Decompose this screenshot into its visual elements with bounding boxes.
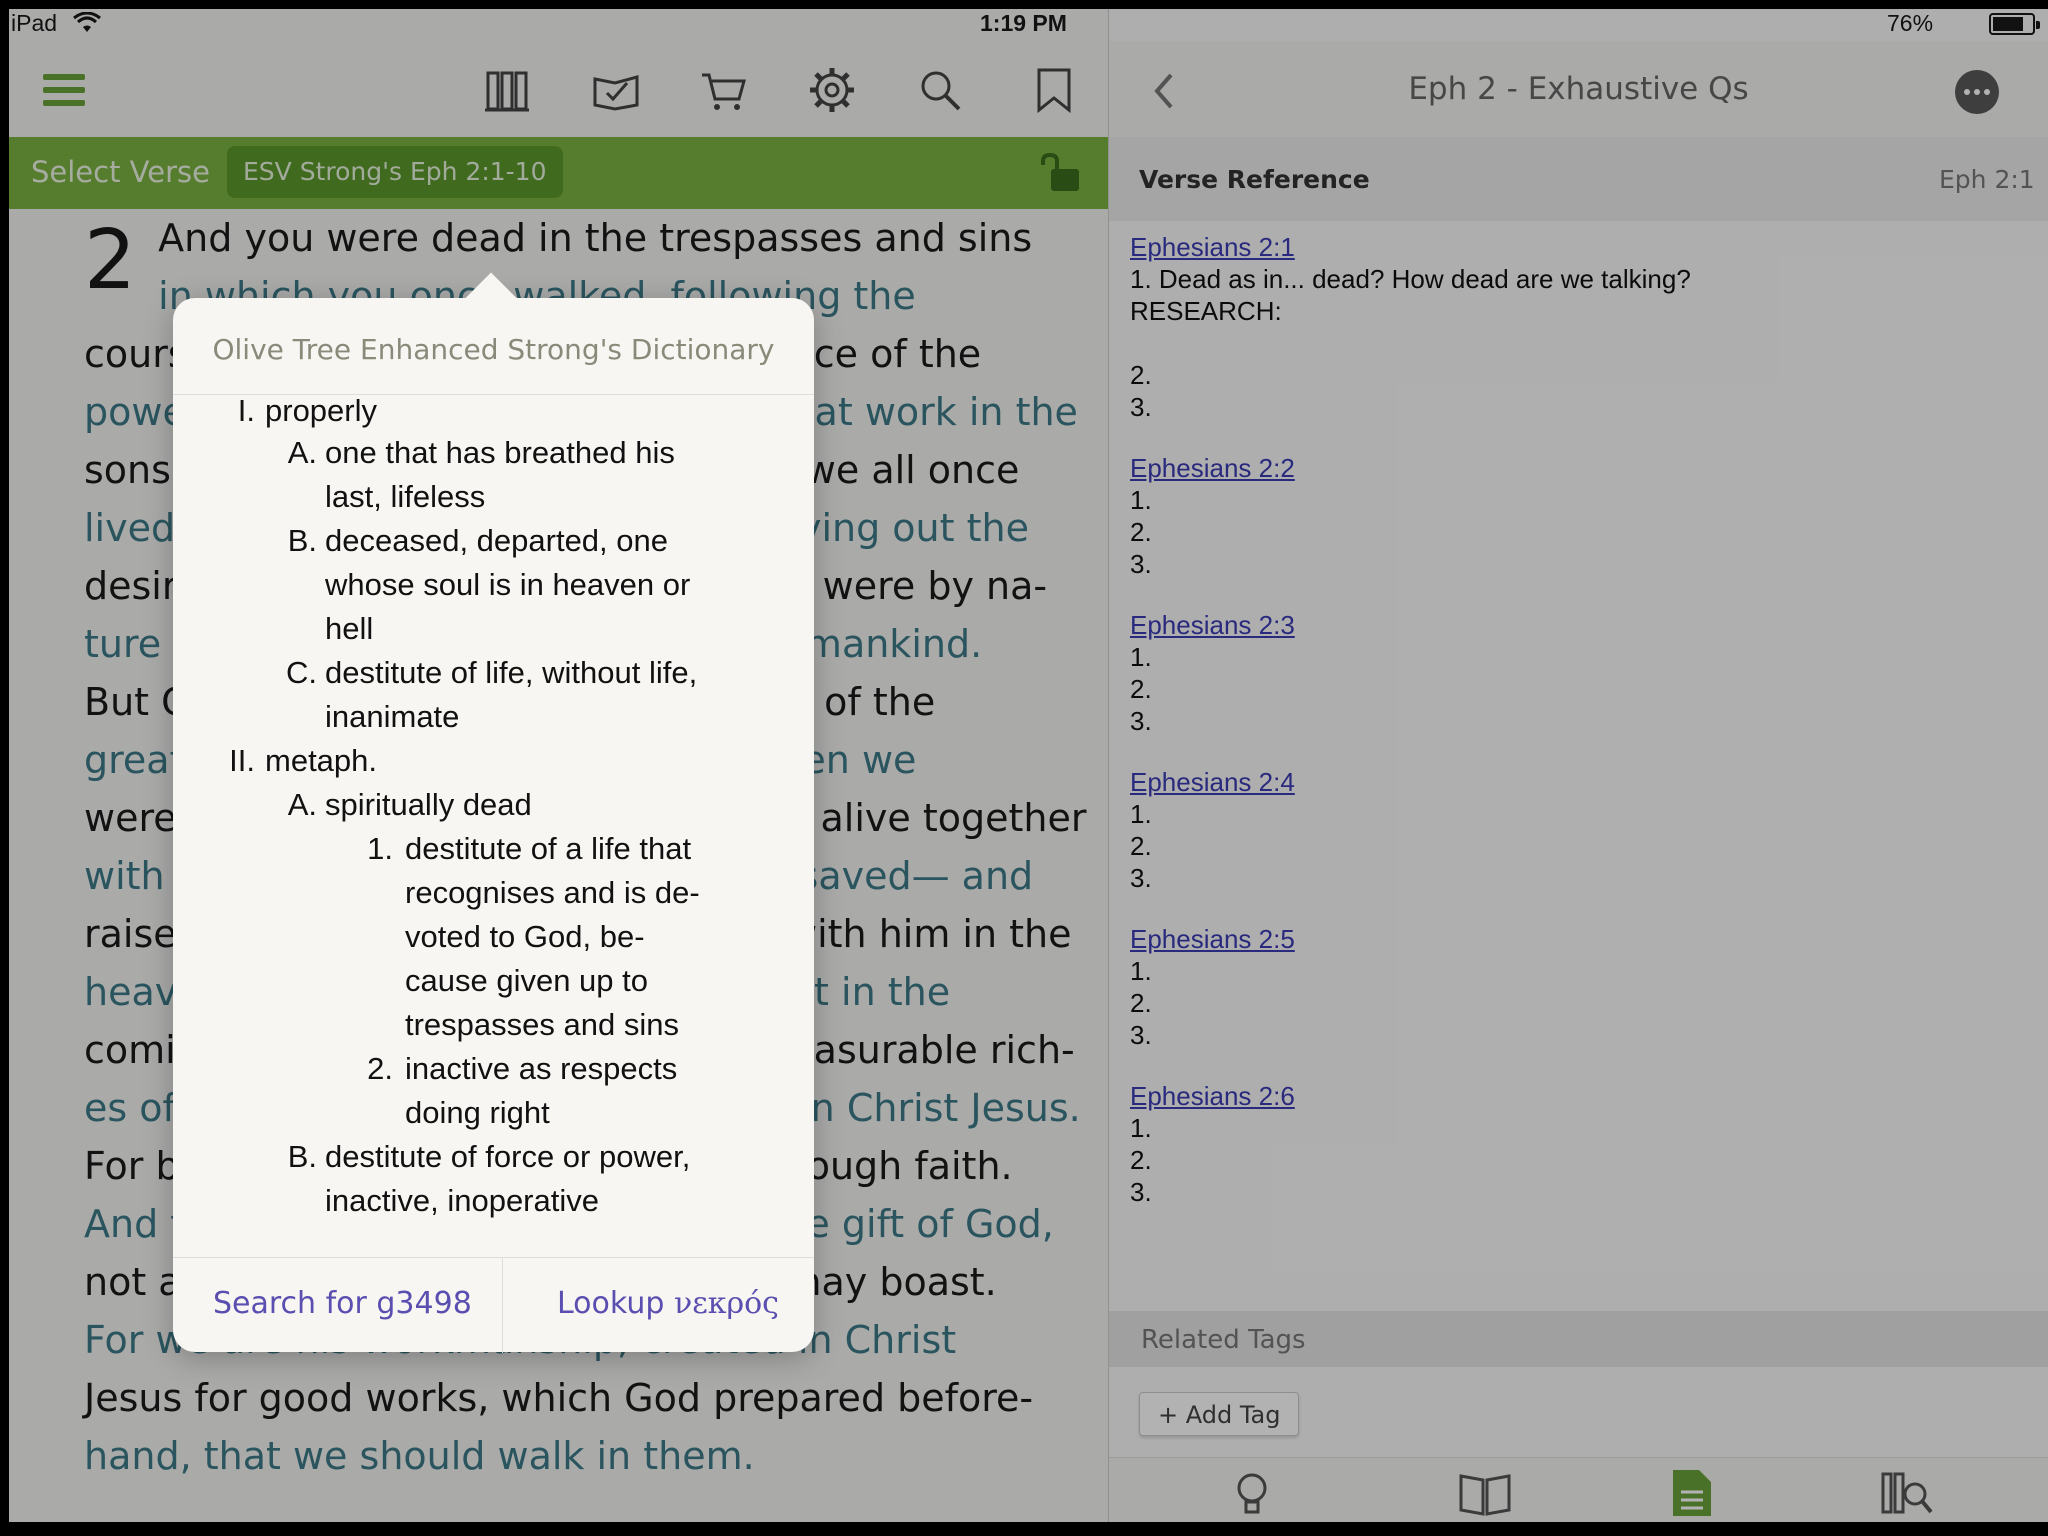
carrier-label: iPad <box>11 10 58 36</box>
battery-percent: 76% <box>1887 10 1934 36</box>
search-strongs-button[interactable]: Search for g3498 <box>213 1258 472 1353</box>
dictionary-popover: Olive Tree Enhanced Strong's Dictionary … <box>173 272 814 1353</box>
popover-title: Olive Tree Enhanced Strong's Dictionary <box>173 298 814 395</box>
wifi-icon <box>73 11 101 40</box>
status-bar: iPad 1:19 PM 76% <box>9 9 2048 41</box>
battery-icon <box>1989 13 2040 35</box>
ipad-screen: iPad 1:19 PM 76% Select Verse ESV Strong… <box>9 9 2048 1522</box>
clock: 1:19 PM <box>980 10 1067 36</box>
popover-actions: Search for g3498 Lookup νεκρός <box>173 1257 814 1353</box>
definition-list[interactable]: I. properly A. one that has breathed his… <box>173 395 814 1257</box>
lookup-word-button[interactable]: Lookup νεκρός <box>557 1258 779 1353</box>
